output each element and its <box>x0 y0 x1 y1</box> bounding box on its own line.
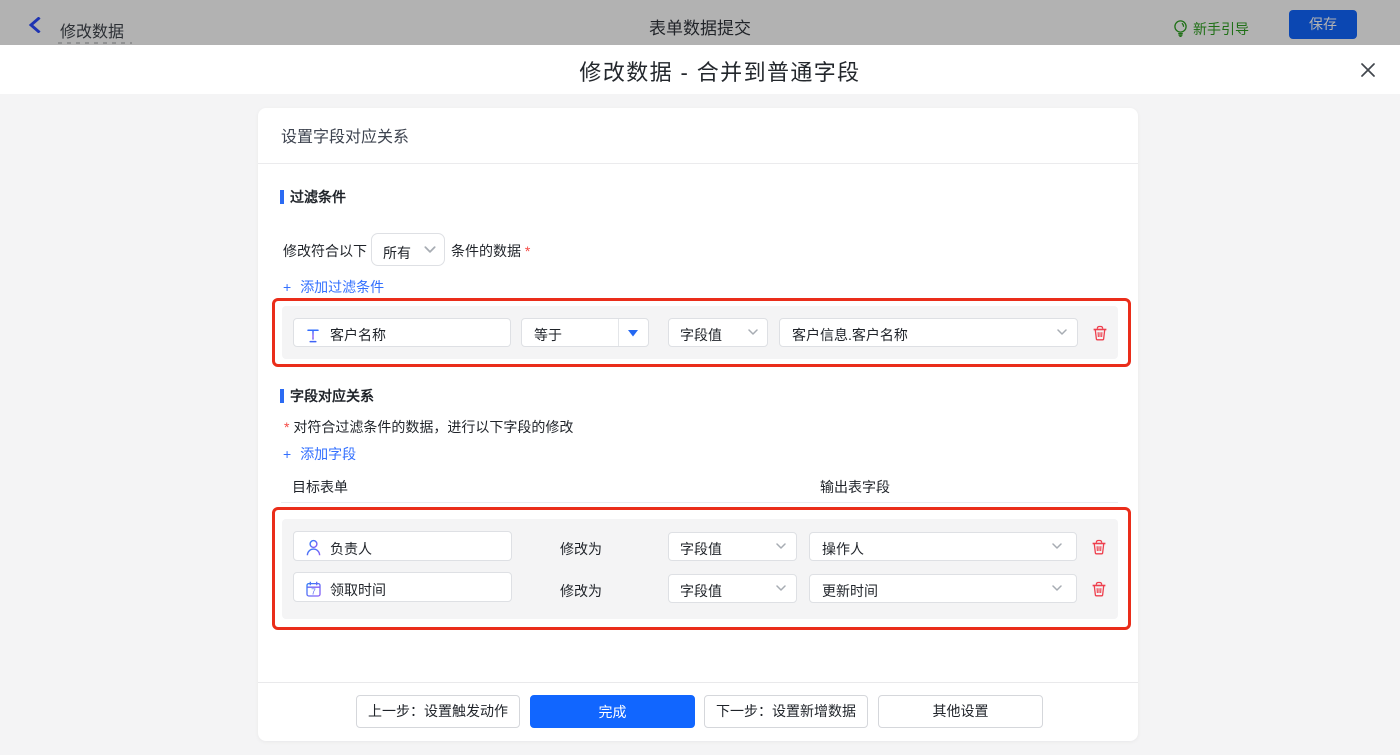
svg-text:7: 7 <box>311 587 316 597</box>
